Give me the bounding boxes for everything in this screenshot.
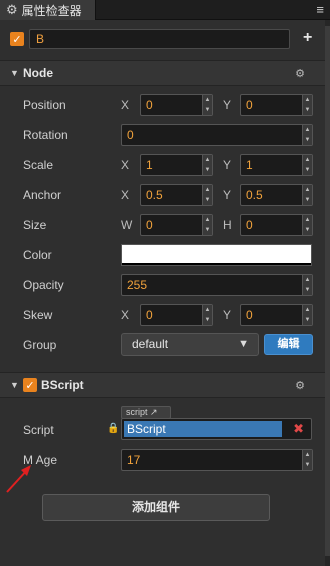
spinner-icon[interactable]: ▲ ▼ — [202, 215, 212, 235]
bscript-enabled-checkbox[interactable]: ✓ — [23, 378, 37, 392]
add-icon[interactable]: + — [303, 29, 312, 47]
anchor-y-value: 0.5 — [246, 188, 263, 202]
color-label: Color — [23, 248, 52, 262]
bscript-section-title: BScript — [41, 378, 84, 392]
script-asset-field[interactable]: BScript ✖ — [121, 418, 312, 440]
opacity-label: Opacity — [23, 278, 64, 292]
alpha-bar — [122, 263, 311, 265]
position-x-input[interactable]: 0 ▲ ▼ — [140, 94, 213, 116]
anchor-y-axis-label: Y — [223, 188, 232, 202]
rotation-label: Rotation — [23, 128, 68, 142]
spinner-icon[interactable]: ▲ ▼ — [302, 155, 312, 175]
lock-icon: 🔒 — [107, 423, 120, 434]
skew-y-input[interactable]: 0 ▲ ▼ — [240, 304, 313, 326]
spinner-icon[interactable]: ▲ ▼ — [302, 95, 312, 115]
node-active-checkbox[interactable]: ✓ — [10, 32, 24, 46]
spinner-icon[interactable]: ▲ ▼ — [302, 450, 312, 470]
spinner-icon[interactable]: ▲ ▼ — [302, 185, 312, 205]
scale-x-value: 1 — [146, 158, 153, 172]
anchor-y-input[interactable]: 0.5 ▲ ▼ — [240, 184, 313, 206]
dropdown-caret-icon: ▼ — [238, 338, 249, 350]
spinner-icon[interactable]: ▲ ▼ — [202, 95, 212, 115]
anchor-x-axis-label: X — [121, 188, 130, 202]
scale-y-value: 1 — [246, 158, 253, 172]
position-label: Position — [23, 98, 66, 112]
spinner-icon[interactable]: ▲ ▼ — [202, 305, 212, 325]
scrollbar-thumb[interactable] — [325, 26, 330, 556]
anchor-label: Anchor — [23, 188, 62, 202]
size-h-input[interactable]: 0 ▲ ▼ — [240, 214, 313, 236]
spinner-icon[interactable]: ▲ ▼ — [202, 185, 212, 205]
anchor-x-input[interactable]: 0.5 ▲ ▼ — [140, 184, 213, 206]
opacity-value: 255 — [127, 278, 148, 292]
spinner-icon[interactable]: ▲ ▼ — [202, 155, 212, 175]
menu-icon[interactable]: ≡ — [316, 2, 324, 17]
skew-label: Skew — [23, 308, 53, 322]
group-select[interactable]: default ▼ — [121, 333, 259, 356]
rotation-value: 0 — [127, 128, 134, 142]
spinner-icon[interactable]: ▲ ▼ — [302, 125, 312, 145]
collapse-arrow-icon[interactable]: ▼ — [10, 380, 19, 390]
skew-x-axis-label: X — [121, 308, 130, 322]
tab-bar: ⚙ 属性检查器 ≡ — [0, 0, 330, 20]
group-label: Group — [23, 338, 57, 352]
scrollbar[interactable] — [325, 20, 330, 566]
settings-gear-icon[interactable]: ⚙ — [295, 379, 305, 392]
external-link-icon: ↗ — [150, 407, 158, 417]
position-x-axis-label: X — [121, 98, 130, 112]
group-selected-value: default — [132, 337, 169, 351]
scale-x-input[interactable]: 1 ▲ ▼ — [140, 154, 213, 176]
m-age-value: 17 — [127, 453, 141, 467]
script-asset-value: BScript — [124, 421, 282, 437]
spinner-icon[interactable]: ▲ ▼ — [302, 215, 312, 235]
collapse-arrow-icon[interactable]: ▼ — [10, 68, 19, 78]
clear-icon[interactable]: ✖ — [293, 421, 304, 437]
color-picker[interactable] — [121, 244, 312, 266]
size-h-axis-label: H — [223, 218, 232, 232]
script-label: Script — [23, 423, 54, 437]
size-label: Size — [23, 218, 47, 232]
skew-y-value: 0 — [246, 308, 253, 322]
m-age-input[interactable]: 17 ▲ ▼ — [121, 449, 313, 471]
size-w-axis-label: W — [121, 218, 133, 232]
node-name-input[interactable]: B — [29, 29, 290, 49]
position-y-axis-label: Y — [223, 98, 232, 112]
scale-y-input[interactable]: 1 ▲ ▼ — [240, 154, 313, 176]
spinner-icon[interactable]: ▲ ▼ — [302, 275, 312, 295]
anchor-x-value: 0.5 — [146, 188, 163, 202]
script-tag-text: script — [126, 407, 148, 417]
rotation-input[interactable]: 0 ▲ ▼ — [121, 124, 313, 146]
skew-y-axis-label: Y — [223, 308, 232, 322]
position-y-value: 0 — [246, 98, 253, 112]
annotation-arrow-icon — [6, 465, 31, 493]
settings-gear-icon[interactable]: ⚙ — [295, 67, 305, 80]
scale-y-axis-label: Y — [223, 158, 232, 172]
edit-group-button[interactable]: 编辑 — [264, 334, 313, 355]
skew-x-input[interactable]: 0 ▲ ▼ — [140, 304, 213, 326]
spinner-icon[interactable]: ▲ ▼ — [302, 305, 312, 325]
size-h-value: 0 — [246, 218, 253, 232]
scale-x-axis-label: X — [121, 158, 130, 172]
add-component-button[interactable]: 添加组件 — [42, 494, 270, 521]
size-w-input[interactable]: 0 ▲ ▼ — [140, 214, 213, 236]
opacity-input[interactable]: 255 ▲ ▼ — [121, 274, 313, 296]
size-w-value: 0 — [146, 218, 153, 232]
skew-x-value: 0 — [146, 308, 153, 322]
position-y-input[interactable]: 0 ▲ ▼ — [240, 94, 313, 116]
position-x-value: 0 — [146, 98, 153, 112]
tab-inspector[interactable]: ⚙ 属性检查器 — [0, 0, 96, 20]
bscript-section-header[interactable]: ▼ ✓ BScript ⚙ — [0, 372, 325, 398]
gear-icon: ⚙ — [6, 2, 18, 17]
node-section-title: Node — [23, 66, 53, 80]
node-section-header[interactable]: ▼ Node ⚙ — [0, 60, 325, 86]
tab-title: 属性检查器 — [21, 3, 82, 18]
scale-label: Scale — [23, 158, 54, 172]
